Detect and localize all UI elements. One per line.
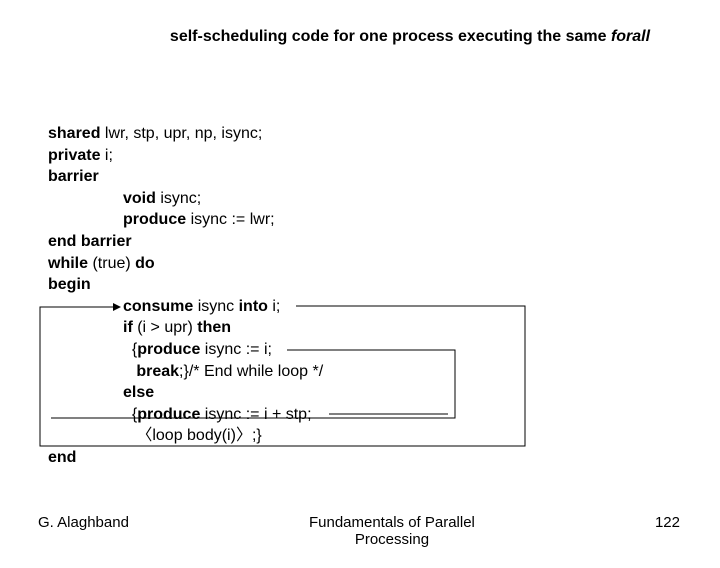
footer: G. Alaghband Fundamentals of Parallel Pr… (0, 514, 720, 548)
code-line: break;}/* End while loop */ (48, 361, 323, 383)
code-line: end barrier (48, 231, 323, 253)
code-line: barrier (48, 166, 323, 188)
footer-page-number: 122 (655, 514, 680, 531)
code-block: shared lwr, stp, upr, np, isync; private… (48, 123, 323, 469)
code-line: 〈loop body(i)〉;} (48, 425, 323, 447)
footer-author: G. Alaghband (38, 514, 129, 531)
code-line: {produce isync := i + stp; (48, 404, 323, 426)
code-line: while (true) do (48, 253, 323, 275)
code-line: shared lwr, stp, upr, np, isync; (48, 123, 323, 145)
code-line: consume isync into i; (48, 296, 323, 318)
code-line: void isync; (48, 188, 323, 210)
code-line: if (i > upr) then (48, 317, 323, 339)
code-line: produce isync := lwr; (48, 209, 323, 231)
title-emphasis: forall (611, 28, 650, 45)
code-line: {produce isync := i; (48, 339, 323, 361)
title-text: self-scheduling code for one process exe… (170, 28, 611, 45)
code-line: private i; (48, 145, 323, 167)
code-line: else (48, 382, 323, 404)
slide-title: self-scheduling code for one process exe… (0, 28, 720, 46)
footer-title: Fundamentals of Parallel Processing (129, 514, 655, 548)
code-line: end (48, 447, 323, 469)
code-line: begin (48, 274, 323, 296)
